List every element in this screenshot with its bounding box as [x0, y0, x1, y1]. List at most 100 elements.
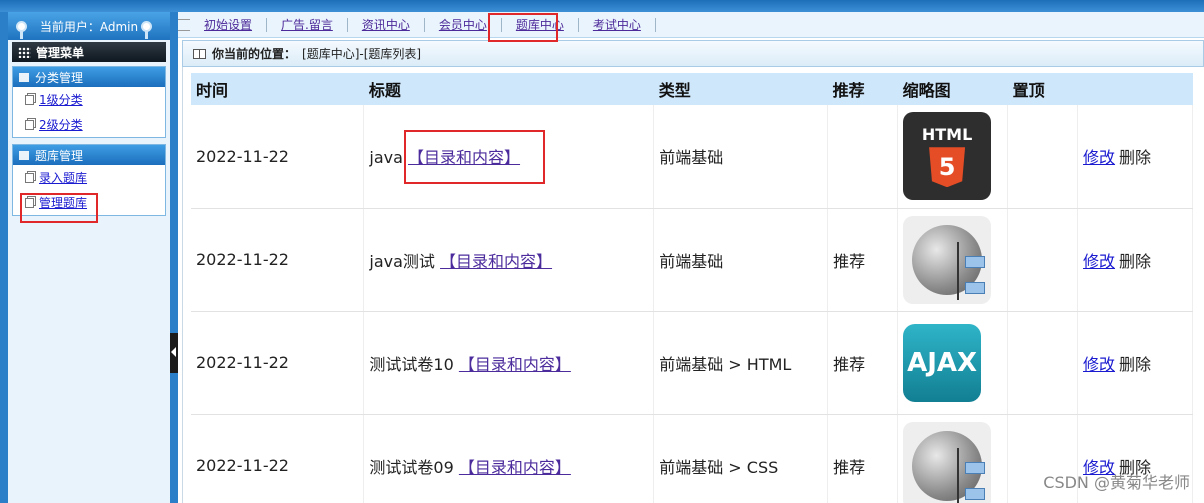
- column-header: 推荐: [827, 73, 898, 105]
- column-header: [1077, 73, 1193, 105]
- watermark: CSDN @黄菊华老师: [1043, 473, 1190, 492]
- group-category: 分类管理 1级分类 2级分类: [12, 66, 166, 138]
- edit-link[interactable]: 修改: [1083, 252, 1115, 271]
- edit-link[interactable]: 修改: [1083, 148, 1115, 167]
- menu-title: 管理菜单: [12, 42, 166, 62]
- nav-link[interactable]: 资讯中心: [362, 16, 410, 33]
- sidebar-panel: 当前用户：Admin 管理菜单 分类管理 1级分类 2级分类 题库管理 录入题库…: [8, 12, 170, 503]
- highlight-box: [488, 13, 558, 42]
- cell-recommend: [827, 105, 899, 209]
- top-band: [0, 0, 1204, 12]
- cell-recommend: 推荐: [827, 311, 899, 415]
- cell-title: 测试试卷10 【目录和内容】: [363, 311, 655, 415]
- sidebar-item-level1-category[interactable]: 1级分类: [13, 87, 165, 112]
- nav-link[interactable]: 广告.留言: [281, 16, 333, 33]
- cell-actions: 修改 删除: [1077, 208, 1193, 312]
- cell-time: 2022-11-22: [191, 311, 365, 415]
- grid-icon: [18, 46, 31, 58]
- cell-time: 2022-11-22: [191, 414, 365, 503]
- sidebar-collapse-handle[interactable]: [170, 333, 178, 373]
- column-header: 标题: [363, 73, 654, 105]
- nav-item-news[interactable]: 资讯中心: [348, 16, 425, 33]
- question-table: 时间 标题 类型 推荐 缩略图 置顶 2022-11-22 java 【目录和内…: [191, 73, 1193, 503]
- delete-link[interactable]: 删除: [1119, 355, 1151, 374]
- content-link[interactable]: 【目录和内容】: [459, 355, 571, 374]
- group-header[interactable]: 题库管理: [13, 145, 165, 165]
- breadcrumb-label: 你当前的位置：: [212, 47, 297, 61]
- cell-actions: 修改 删除: [1077, 105, 1193, 209]
- cell-thumbnail: HTML 5: [897, 105, 1009, 209]
- edit-link[interactable]: 修改: [1083, 355, 1115, 374]
- left-sidebar: 当前用户：Admin 管理菜单 分类管理 1级分类 2级分类 题库管理 录入题库…: [0, 12, 178, 503]
- highlight-box: [404, 130, 545, 184]
- cell-title: 测试试卷09 【目录和内容】: [363, 414, 655, 503]
- grip-icon: [178, 18, 190, 31]
- document-icon: [25, 119, 34, 130]
- group-header[interactable]: 分类管理: [13, 67, 165, 87]
- title-text: java测试: [369, 251, 435, 271]
- sidebar-item-level2-category[interactable]: 2级分类: [13, 112, 165, 137]
- column-header: 时间: [191, 73, 364, 105]
- table-row: 2022-11-22 java 【目录和内容】 前端基础 HTML 5 修改 删除: [191, 105, 1193, 209]
- cell-recommend: 推荐: [827, 208, 899, 312]
- tree-icon: [957, 241, 986, 300]
- sidebar-link[interactable]: 录入题库: [39, 169, 87, 186]
- nav-link[interactable]: 会员中心: [439, 16, 487, 33]
- cell-type: 前端基础 > CSS: [653, 414, 829, 503]
- current-user-label: 当前用户：Admin: [39, 19, 139, 34]
- nav-item-initial-settings[interactable]: 初始设置: [190, 16, 268, 33]
- cell-recommend: 推荐: [827, 414, 899, 503]
- sidebar-link[interactable]: 1级分类: [39, 91, 83, 108]
- sidebar-item-add-question[interactable]: 录入题库: [13, 165, 165, 190]
- column-header: 置顶: [1007, 73, 1078, 105]
- cell-type: 前端基础: [653, 105, 829, 209]
- highlight-box: [20, 193, 98, 223]
- column-header: 类型: [653, 73, 828, 105]
- nav-item-ads-messages[interactable]: 广告.留言: [267, 16, 348, 33]
- table-row: 2022-11-22 测试试卷10 【目录和内容】 前端基础 > HTML 推荐…: [191, 311, 1193, 415]
- cell-top: [1007, 208, 1079, 312]
- book-icon: [193, 48, 206, 59]
- pin-icon: [141, 21, 152, 39]
- title-text: 测试试卷10: [369, 354, 454, 374]
- table-row: 2022-11-22 测试试卷09 【目录和内容】 前端基础 > CSS 推荐 …: [191, 414, 1193, 503]
- main-content: 时间 标题 类型 推荐 缩略图 置顶 2022-11-22 java 【目录和内…: [182, 67, 1204, 503]
- current-user-bar: 当前用户：Admin: [8, 12, 170, 40]
- cell-time: 2022-11-22: [191, 208, 365, 312]
- content-link[interactable]: 【目录和内容】: [459, 458, 571, 477]
- thumb-number: 5: [938, 153, 956, 182]
- thumb-label: AJAX: [907, 347, 978, 378]
- tree-icon: [957, 447, 986, 503]
- cell-thumbnail: AJAX: [897, 311, 1009, 415]
- list-icon: [19, 72, 29, 82]
- delete-link[interactable]: 删除: [1119, 252, 1151, 271]
- sidebar-link[interactable]: 2级分类: [39, 116, 83, 133]
- table-header-row: 时间 标题 类型 推荐 缩略图 置顶: [191, 73, 1193, 105]
- cell-top: [1007, 311, 1079, 415]
- list-icon: [19, 150, 29, 160]
- cell-title: java测试 【目录和内容】: [363, 208, 655, 312]
- cell-type: 前端基础: [653, 208, 829, 312]
- column-header: 缩略图: [897, 73, 1008, 105]
- breadcrumb: 你当前的位置： [题库中心]-[题库列表]: [182, 40, 1204, 67]
- cell-type: 前端基础 > HTML: [653, 311, 829, 415]
- globe-tree-thumbnail: [903, 421, 992, 503]
- delete-link[interactable]: 删除: [1119, 148, 1151, 167]
- table-row: 2022-11-22 java测试 【目录和内容】 前端基础 推荐 修改 删除: [191, 208, 1193, 312]
- content-link[interactable]: 【目录和内容】: [440, 252, 552, 271]
- cell-top: [1007, 105, 1079, 209]
- title-text: 测试试卷09: [369, 457, 454, 477]
- nav-link[interactable]: 初始设置: [204, 16, 252, 33]
- nav-item-exam[interactable]: 考试中心: [579, 16, 656, 33]
- globe-tree-thumbnail: [903, 215, 992, 304]
- cell-time: 2022-11-22: [191, 105, 365, 209]
- html5-thumbnail: HTML 5: [903, 112, 992, 201]
- title-text: java: [369, 148, 403, 168]
- document-icon: [25, 172, 34, 183]
- pin-icon: [16, 21, 27, 39]
- nav-link[interactable]: 考试中心: [593, 16, 641, 33]
- cell-thumbnail: [897, 208, 1009, 312]
- menu-title-label: 管理菜单: [36, 45, 85, 60]
- group-title: 分类管理: [35, 70, 84, 85]
- top-nav: 初始设置 广告.留言 资讯中心 会员中心 题库中心 考试中心: [178, 12, 1204, 38]
